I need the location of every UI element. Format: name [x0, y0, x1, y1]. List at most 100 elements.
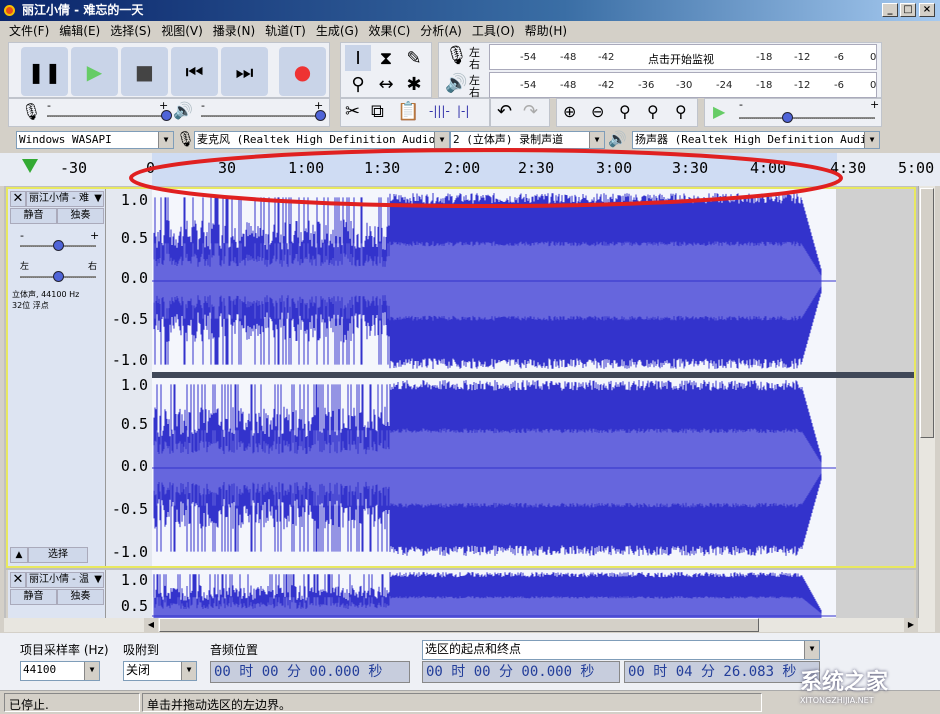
minimize-button[interactable]: _ [882, 3, 898, 17]
waveform[interactable] [152, 189, 914, 566]
horizontal-scrollbar[interactable]: ◀ ▶ [4, 618, 935, 632]
track-name-menu[interactable]: 丽江小倩 - 温▼ [26, 572, 104, 588]
selection-tool[interactable]: I [345, 45, 371, 71]
play-at-speed-icon[interactable]: ▶ [713, 102, 725, 121]
silence-icon[interactable]: |-| [457, 104, 469, 118]
menu-item[interactable]: 帮助(H) [520, 21, 572, 41]
paste-icon[interactable]: 📋 [397, 101, 419, 122]
slider-thumb[interactable] [161, 110, 172, 121]
channels-select[interactable]: 2 (立体声) 录制声道▼ [450, 131, 605, 149]
selection-end-clock[interactable]: 00 时 04 分 26.083 秒 [624, 661, 820, 683]
axis-label: 1.0 [121, 376, 148, 394]
stop-button[interactable]: ■ [121, 47, 168, 96]
gain-slider[interactable] [20, 245, 96, 247]
meter-tick-label: -6 [834, 80, 844, 91]
audio-host-select[interactable]: Windows WASAPI▼ [16, 131, 174, 149]
track-control-panel[interactable]: ✕ 丽江小倩 - 温▼ 静音 独奏 [8, 570, 106, 618]
meter-tick-label: -42 [598, 52, 614, 63]
scroll-left-icon[interactable]: ◀ [144, 618, 158, 632]
play-head-triangle-icon[interactable] [22, 159, 38, 173]
selection-mode-select[interactable]: 选区的起点和终点▼ [422, 640, 820, 660]
trim-icon[interactable]: -|||- [429, 104, 450, 118]
zoom-out-icon[interactable]: ⊖ [591, 102, 604, 121]
waveform[interactable] [152, 570, 914, 618]
timeline-ruler[interactable]: -300301:001:302:002:303:003:304:004:305:… [0, 153, 940, 186]
play-speed-slider[interactable] [739, 117, 875, 119]
audio-position-clock[interactable]: 00 时 00 分 00.000 秒 [210, 661, 410, 683]
scrollbar-thumb[interactable] [159, 618, 759, 632]
menu-item[interactable]: 编辑(E) [54, 21, 105, 41]
record-meter[interactable]: 点击开始监视 -54-48-42-18-12-60 [489, 44, 877, 70]
mute-button[interactable]: 静音 [10, 589, 57, 605]
menu-item[interactable]: 视图(V) [156, 21, 208, 41]
zoom-tool[interactable]: ⚲ [345, 71, 371, 97]
speaker-icon: 🔊 [445, 73, 467, 94]
ruler-label: 3:30 [672, 159, 708, 177]
copy-icon[interactable]: ⧉ [371, 101, 384, 122]
solo-button[interactable]: 独奏 [57, 208, 104, 224]
clock-value: 00 时 04 分 26.083 秒 [628, 664, 796, 680]
chevron-down-icon: ▼ [158, 132, 173, 148]
track-control-panel[interactable]: ✕ 丽江小倩 - 难▼ 静音 独奏 - + 左 右 立体声, 44100 Hz … [8, 189, 106, 566]
zoom-toggle-icon[interactable]: ⚲ [675, 102, 687, 121]
scrollbar-thumb[interactable] [920, 188, 934, 438]
menu-item[interactable]: 分析(A) [415, 21, 467, 41]
menu-item[interactable]: 轨道(T) [260, 21, 311, 41]
menu-item[interactable]: 工具(O) [467, 21, 520, 41]
selection-toolbar: 项目采样率 (Hz) 44100▼ 吸附到 关闭▼ 音频位置 00 时 00 分… [0, 633, 940, 690]
skip-end-button[interactable]: ⏭ [221, 47, 268, 96]
track-name-menu[interactable]: 丽江小倩 - 难▼ [26, 191, 104, 207]
chevron-down-icon: ▼ [804, 641, 819, 659]
skip-start-button[interactable]: ⏮ [171, 47, 218, 96]
envelope-tool[interactable]: ⧗ [373, 45, 399, 71]
undo-icon[interactable]: ↶ [497, 101, 512, 122]
playback-volume-slider[interactable] [201, 115, 321, 117]
track-name: 丽江小倩 - 温 [29, 574, 89, 585]
zoom-in-icon[interactable]: ⊕ [563, 102, 576, 121]
maximize-button[interactable]: □ [900, 3, 916, 17]
menu-item[interactable]: 播录(N) [208, 21, 260, 41]
close-button[interactable]: × [919, 3, 935, 17]
select-track-button[interactable]: 选择 [28, 547, 88, 563]
slider-thumb[interactable] [53, 240, 64, 251]
pause-button[interactable]: ❚❚ [21, 47, 68, 96]
close-track-icon[interactable]: ✕ [10, 572, 26, 588]
transport-toolbar: ❚❚ ▶ ■ ⏮ ⏭ ● [8, 42, 330, 98]
menu-item[interactable]: 文件(F) [4, 21, 54, 41]
slider-thumb[interactable] [782, 112, 793, 123]
scroll-right-icon[interactable]: ▶ [904, 618, 918, 632]
recording-volume-slider[interactable] [47, 115, 167, 117]
snap-to-select[interactable]: 关闭▼ [123, 661, 197, 681]
chevron-down-icon: ▼ [94, 192, 102, 206]
time-shift-tool[interactable]: ↔ [373, 71, 399, 97]
selection-start-clock[interactable]: 00 时 00 分 00.000 秒 [422, 661, 620, 683]
vertical-scrollbar[interactable] [918, 186, 935, 618]
play-button[interactable]: ▶ [71, 47, 118, 96]
fit-project-icon[interactable]: ⚲ [647, 102, 659, 121]
output-device-select[interactable]: 扬声器 (Realtek High Definition Audio)▼ [632, 131, 880, 149]
record-button[interactable]: ● [279, 47, 326, 96]
menu-item[interactable]: 生成(G) [311, 21, 364, 41]
slider-thumb[interactable] [315, 110, 326, 121]
draw-tool[interactable]: ✎ [401, 45, 427, 71]
redo-icon[interactable]: ↷ [523, 101, 538, 122]
project-rate-select[interactable]: 44100▼ [20, 661, 100, 681]
solo-button[interactable]: 独奏 [57, 589, 104, 605]
microphone-icon[interactable]: 🎙 [445, 45, 468, 66]
slider-thumb[interactable] [53, 271, 64, 282]
input-device-value: 麦克风 (Realtek High Definition Audio) [197, 133, 442, 146]
input-device-select[interactable]: 麦克风 (Realtek High Definition Audio)▼ [194, 131, 450, 149]
record-icon: ● [294, 60, 311, 84]
multi-tool[interactable]: ✱ [401, 71, 427, 97]
menu-item[interactable]: 效果(C) [364, 21, 416, 41]
collapse-track-icon[interactable]: ▲ [10, 547, 28, 563]
cut-icon[interactable]: ✂ [345, 101, 360, 122]
menu-item[interactable]: 选择(S) [105, 21, 156, 41]
ruler-label: 4:30 [830, 159, 866, 177]
playback-meter[interactable]: -54-48-42-36-30-24-18-12-60 [489, 72, 877, 98]
pan-right-label: 右 [88, 259, 97, 272]
pan-slider[interactable] [20, 276, 96, 278]
close-track-icon[interactable]: ✕ [10, 191, 26, 207]
fit-selection-icon[interactable]: ⚲ [619, 102, 631, 121]
mute-button[interactable]: 静音 [10, 208, 57, 224]
